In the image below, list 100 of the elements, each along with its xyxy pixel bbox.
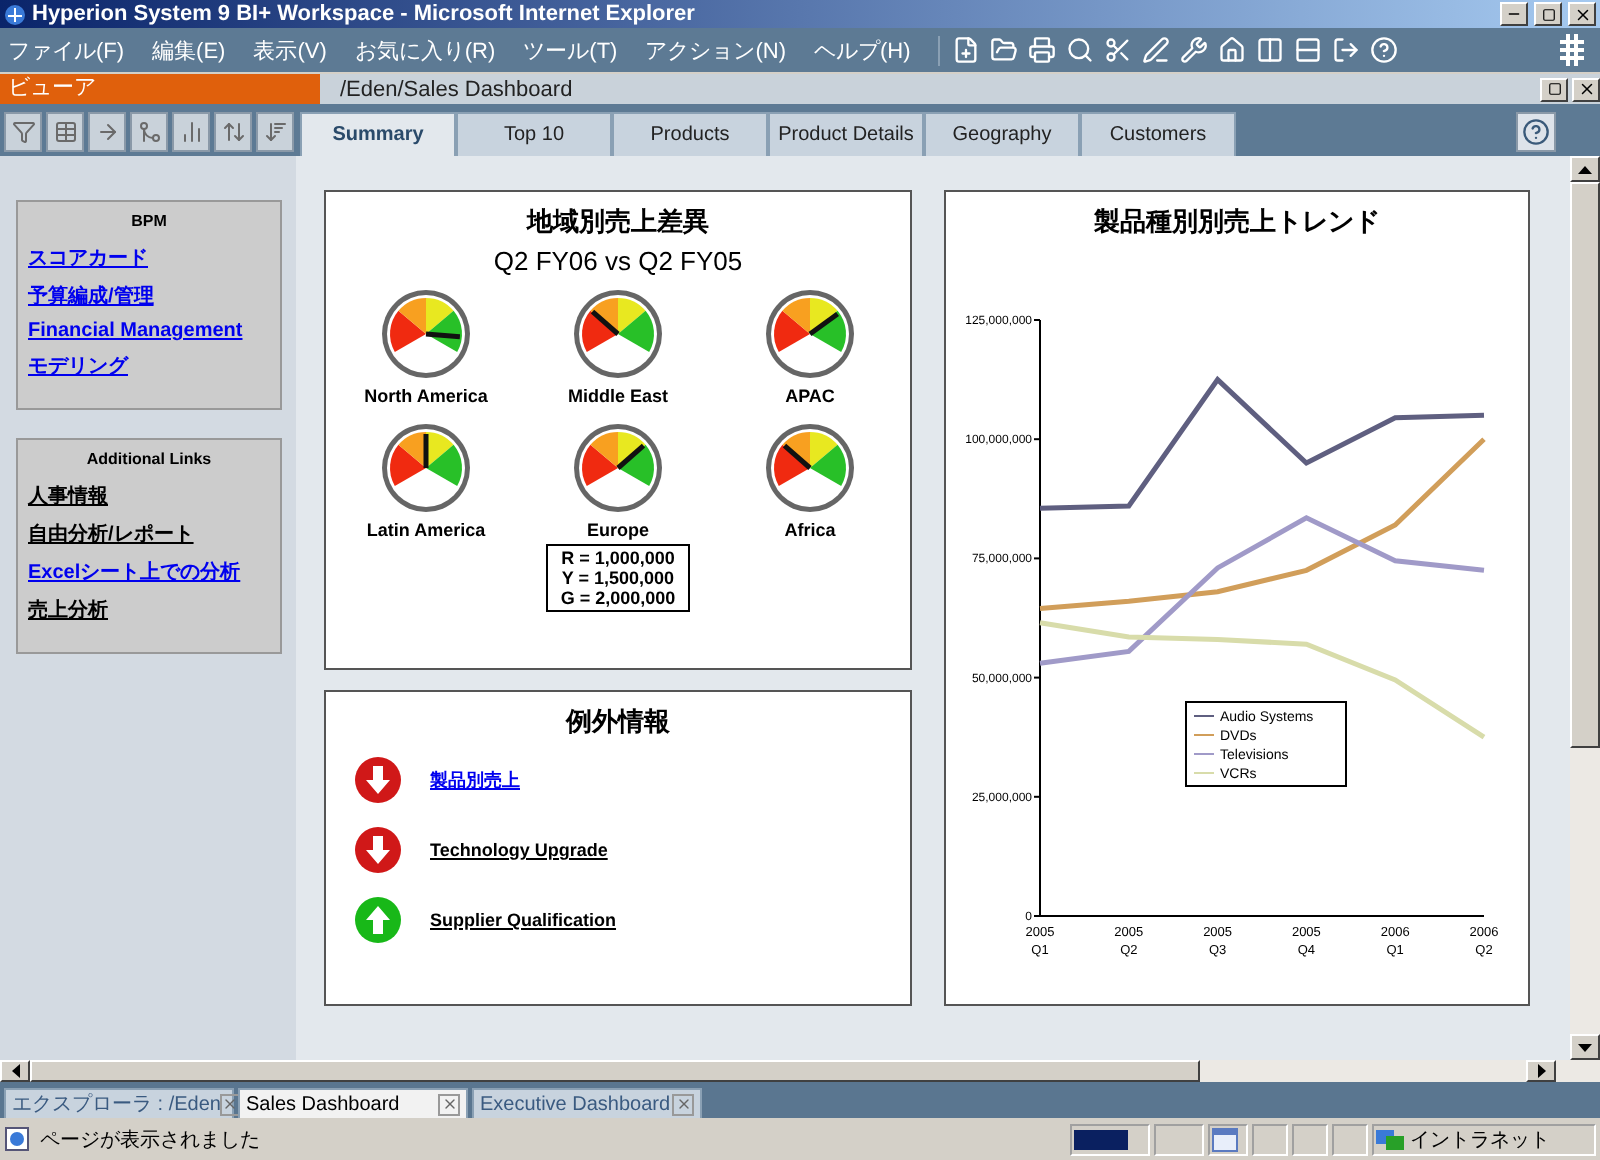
panel-title: Additional Links <box>84 450 214 468</box>
page-icon <box>4 1126 30 1152</box>
sidebar-link[interactable]: 人事情報 <box>28 482 270 510</box>
tab[interactable]: Geography <box>924 112 1080 156</box>
sidebar-link[interactable]: Financial Management <box>28 320 270 342</box>
vertical-scrollbar[interactable] <box>1570 156 1600 1060</box>
help-icon[interactable] <box>1370 35 1399 63</box>
open-folder-icon[interactable] <box>990 35 1019 63</box>
legend-text: Y = 1,500,000 <box>561 568 675 588</box>
toolbar-button[interactable] <box>88 112 126 152</box>
home-icon[interactable] <box>1218 35 1247 63</box>
exception-link[interactable]: Technology Upgrade <box>430 840 608 860</box>
filter-icon <box>11 120 35 144</box>
minimize-button[interactable] <box>1500 2 1528 26</box>
table-icon <box>53 120 77 144</box>
panel-subtitle: Q2 FY06 vs Q2 FY05 <box>493 246 743 276</box>
sidebar-link[interactable]: モデリング <box>28 352 270 380</box>
gauge-label: Africa <box>784 520 836 540</box>
arrow-icon <box>95 120 119 144</box>
close-button[interactable] <box>1568 2 1596 26</box>
search-icon[interactable] <box>1066 35 1095 63</box>
window-icon <box>1212 1127 1238 1151</box>
tab[interactable]: Customers <box>1080 112 1236 156</box>
gauge-label: Middle East <box>567 386 668 406</box>
exception-link[interactable]: Supplier Qualification <box>430 910 617 930</box>
sidebar-link[interactable]: 予算編成/管理 <box>28 282 270 310</box>
status-panel <box>1252 1123 1288 1155</box>
gauge-label: APAC <box>785 386 835 406</box>
sidebar-link[interactable]: 売上分析 <box>28 596 270 624</box>
scissors-icon[interactable] <box>1104 35 1133 63</box>
document-tab[interactable]: Sales Dashboard <box>238 1088 468 1118</box>
merge-icon <box>137 120 161 144</box>
gauge-drawing <box>572 422 664 514</box>
help-icon <box>1522 118 1550 146</box>
network-icon <box>1376 1127 1404 1151</box>
exception-link[interactable]: 製品別売上 <box>430 767 520 793</box>
menu-item[interactable]: ツール(T) <box>523 35 634 65</box>
columns-icon[interactable] <box>1256 35 1285 63</box>
tab[interactable]: Summary <box>300 112 456 156</box>
restore-button[interactable] <box>1540 77 1568 101</box>
gauge-drawing <box>572 288 664 380</box>
tab[interactable]: Products <box>612 112 768 156</box>
gauge-drawing <box>764 422 856 514</box>
menu-item[interactable]: アクション(N) <box>645 35 802 65</box>
help-button[interactable] <box>1516 112 1556 152</box>
gauge-label: North America <box>364 386 488 406</box>
sidebar-link[interactable]: 自由分析/レポート <box>28 520 270 548</box>
toolbar-button[interactable] <box>256 112 294 152</box>
legend-text: R = 1,000,000 <box>561 548 675 568</box>
tab[interactable]: Top 10 <box>456 112 612 156</box>
edit-icon[interactable] <box>1142 35 1171 63</box>
sort-down-icon <box>263 120 287 144</box>
scroll-right-icon[interactable] <box>1537 1064 1545 1078</box>
sidebar-link[interactable]: スコアカード <box>28 244 270 272</box>
close-icon[interactable] <box>441 1096 457 1112</box>
wrench-icon[interactable] <box>1180 35 1209 63</box>
toolbar-button[interactable] <box>46 112 84 152</box>
toolbar-button[interactable] <box>214 112 252 152</box>
status-panel <box>1332 1123 1368 1155</box>
scroll-up-icon[interactable] <box>1578 165 1592 173</box>
toolbar-button[interactable] <box>4 112 42 152</box>
panel-title: 例外情報 <box>566 704 670 740</box>
rows-icon[interactable] <box>1294 35 1323 63</box>
sort-icon <box>221 120 245 144</box>
sidebar-link[interactable]: Excelシート上での分析 <box>28 558 270 586</box>
horizontal-scrollbar[interactable] <box>0 1060 1600 1082</box>
toolbar-button[interactable] <box>130 112 168 152</box>
print-icon[interactable] <box>1028 35 1057 63</box>
gauge-drawing <box>380 422 472 514</box>
menu-item[interactable]: お気に入り(R) <box>354 35 512 65</box>
close-icon <box>1577 80 1595 98</box>
browser-icon <box>4 3 26 25</box>
close-icon[interactable] <box>222 1096 239 1112</box>
gauge-label: Europe <box>586 520 649 540</box>
restore-icon <box>1547 82 1561 96</box>
close-icon[interactable] <box>675 1096 691 1112</box>
bar-chart-icon <box>179 120 203 144</box>
menu-item[interactable]: 編集(E) <box>152 35 242 65</box>
new-file-icon[interactable] <box>952 35 981 63</box>
status-panel <box>1154 1123 1204 1155</box>
restore-icon <box>1541 7 1555 21</box>
status-panel <box>1292 1123 1328 1155</box>
tab[interactable]: Product Details <box>768 112 924 156</box>
scroll-down-icon[interactable] <box>1578 1043 1592 1051</box>
exit-icon[interactable] <box>1332 35 1361 63</box>
document-path: /Eden/Sales Dashboard <box>340 77 575 101</box>
legend-text: G = 2,000,000 <box>560 588 676 608</box>
menu-item[interactable]: 表示(V) <box>253 35 343 65</box>
menu-item[interactable]: ヘルプ(H) <box>814 35 927 65</box>
scroll-left-icon[interactable] <box>11 1064 19 1078</box>
gauge-label: Latin America <box>366 520 486 540</box>
close-icon <box>1573 5 1591 23</box>
panel-title: BPM <box>129 212 169 230</box>
toolbar-button[interactable] <box>172 112 210 152</box>
menu-item[interactable]: ファイル(F) <box>8 35 141 65</box>
window-title: Hyperion System 9 BI+ Workspace - Microsoft Internet Explorer <box>32 2 697 26</box>
close-button[interactable] <box>1572 77 1600 101</box>
document-tab[interactable]: Executive Dashboard <box>472 1088 702 1118</box>
restore-button[interactable] <box>1534 2 1562 26</box>
document-tab[interactable]: エクスプローラ : /Eden <box>4 1088 234 1118</box>
